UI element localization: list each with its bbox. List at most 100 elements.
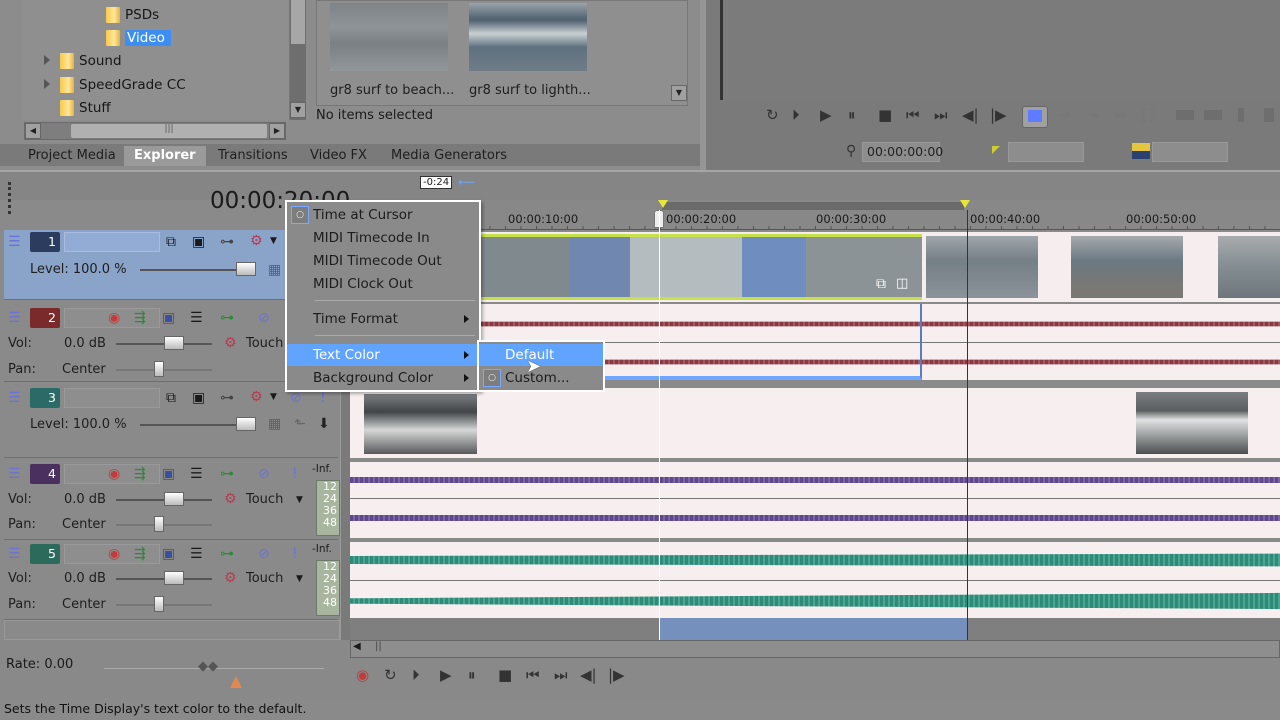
menu-item-background-color[interactable]: Background Color <box>287 367 479 389</box>
solo-exclaim-icon[interactable]: ! <box>292 466 298 482</box>
thumbnail-surf-beach[interactable] <box>330 3 448 71</box>
mute-icon[interactable]: ▣ <box>162 546 175 562</box>
compositing-child-icon[interactable]: ▦ <box>268 262 281 278</box>
cursor-time-field[interactable]: 00:00:00:00 <box>862 142 943 162</box>
track-fx-icon[interactable]: ⚙ <box>250 233 263 249</box>
level-slider-knob[interactable] <box>236 262 256 276</box>
tab-explorer[interactable]: Explorer <box>124 146 206 166</box>
timeline-ruler[interactable]: 00:00:10:00 00:00:20:00 00:00:30:00 00:0… <box>350 200 1280 230</box>
next-frame-icon[interactable]: |▶ <box>608 666 625 684</box>
monitor-icon[interactable] <box>1176 110 1194 120</box>
play-from-start-icon[interactable]: ⏵ <box>792 106 800 124</box>
menu-item-midi-timecode-out[interactable]: MIDI Timecode Out <box>287 250 479 272</box>
pan-slider[interactable] <box>116 604 212 606</box>
record-icon[interactable]: ◉ <box>356 666 369 684</box>
tree-item-psds[interactable]: PSDs <box>106 5 159 25</box>
crop-icon[interactable]: ⧉ <box>876 276 886 292</box>
loop-icon[interactable]: ↻ <box>766 106 779 124</box>
track-name-field[interactable] <box>64 232 160 252</box>
volume-slider-knob[interactable] <box>164 571 184 585</box>
track-name-field[interactable] <box>64 388 160 408</box>
chevron-down-icon[interactable]: ▼ <box>296 492 303 508</box>
bypass-icon[interactable]: ⊶ <box>220 310 234 326</box>
stop-icon[interactable]: ■ <box>878 106 892 124</box>
tree-item-video[interactable]: Video <box>106 28 171 48</box>
track-collapse-icon[interactable]: ☰ <box>8 310 21 326</box>
go-to-end-icon[interactable]: ⏭ <box>554 666 568 684</box>
play-icon[interactable]: ▶ <box>440 666 452 684</box>
next-frame-icon[interactable]: |▶ <box>990 106 1007 124</box>
previous-frame-icon[interactable]: ◀| <box>580 666 597 684</box>
mute-icon[interactable]: ▣ <box>162 466 175 482</box>
video-event-surf-end[interactable] <box>1136 392 1248 454</box>
track-header-4[interactable]: ☰ 4 ◉ ⇶ ▣ ☰ ⊶ ⊘ ! -Inf. 12 24 36 48 Vol: 0.… <box>4 462 340 540</box>
thumbnail-surf-lighthouse[interactable] <box>469 3 587 71</box>
track-lane-1[interactable]: ⧉ ◫ <box>350 232 1280 302</box>
chevron-down-icon[interactable]: ▼ <box>296 571 303 587</box>
expand-arrow-icon[interactable] <box>44 79 50 89</box>
trim-icon[interactable]: ◫ <box>896 276 908 291</box>
track-fx-icon[interactable]: ⇶ <box>134 546 146 562</box>
previous-frame-icon[interactable]: ◀| <box>962 106 979 124</box>
rate-slider-knob[interactable]: ◆◆ <box>198 659 218 674</box>
track-header-3[interactable]: ☰ 3 ⧉ ▣ ⊶ ⚙ ▼ ⊘ ! Level: 100.0 % ▦ ⬑ ⬇ <box>4 386 338 458</box>
scroll-thumb[interactable]: ||| <box>71 124 267 138</box>
stop-icon[interactable]: ■ <box>498 666 512 684</box>
automation-mode[interactable]: Touch <box>246 336 283 351</box>
track-fx-icon[interactable]: ⇶ <box>134 466 146 482</box>
pause-icon[interactable]: ⏸ <box>468 666 476 684</box>
make-child-icon[interactable]: ⬇ <box>318 416 330 432</box>
chevron-down-icon[interactable]: ▼ <box>270 389 277 405</box>
tree-item-sound[interactable]: Sound <box>60 51 122 71</box>
play-icon[interactable]: ▶ <box>820 106 832 124</box>
pan-slider[interactable] <box>116 524 212 526</box>
menu-item-midi-clock-out[interactable]: MIDI Clock Out <box>287 273 479 295</box>
mute-icon[interactable]: ▣ <box>162 310 175 326</box>
scroll-thumb[interactable]: || <box>375 641 382 652</box>
track-collapse-icon[interactable]: ☰ <box>8 234 21 250</box>
bypass-icon[interactable]: ⊶ <box>220 546 234 562</box>
arm-record-icon[interactable]: ◉ <box>108 546 120 562</box>
chevron-down-icon[interactable]: ▼ <box>270 233 277 249</box>
track-collapse-icon[interactable]: ☰ <box>8 546 21 562</box>
lock-icon[interactable]: ⊘ <box>258 310 270 326</box>
scroll-left-icon[interactable]: ◀ <box>25 123 41 139</box>
tree-horizontal-scrollbar[interactable]: ◀ ||| ▶ <box>24 122 286 140</box>
arm-record-icon[interactable]: ◉ <box>108 310 120 326</box>
volume-slider-knob[interactable] <box>164 336 184 350</box>
track-lane-5[interactable] <box>350 542 1280 618</box>
bypass-icon[interactable]: ⊶ <box>220 234 234 250</box>
marker-icon[interactable] <box>1238 108 1244 122</box>
automation-mode[interactable]: Touch <box>246 492 283 507</box>
track-fx-icon[interactable]: ⚙ <box>250 389 263 405</box>
lock-icon[interactable]: ⊘ <box>290 390 302 406</box>
track-lane-4[interactable] <box>350 462 1280 538</box>
loop-end-marker-icon[interactable] <box>960 200 970 208</box>
go-to-end-icon[interactable]: ⏭ <box>934 106 948 124</box>
ripple-icon[interactable]: ⟦⟧ <box>1140 106 1155 124</box>
arm-record-icon[interactable]: ◉ <box>108 466 120 482</box>
menu-item-time-format[interactable]: Time Format <box>287 308 479 330</box>
go-to-start-icon[interactable]: ⏮ <box>526 666 540 684</box>
pan-slider[interactable] <box>116 369 212 371</box>
pause-icon[interactable]: ⏸ <box>848 106 856 124</box>
tab-transitions[interactable]: Transitions <box>208 146 298 166</box>
scroll-down-icon[interactable]: ▼ <box>671 85 687 101</box>
go-to-start-icon[interactable]: ⏮ <box>906 106 920 124</box>
panel-grip-icon[interactable] <box>8 182 14 214</box>
track-collapse-icon[interactable]: ☰ <box>8 466 21 482</box>
menu-item-text-color[interactable]: Text Color <box>287 344 479 366</box>
lock-icon[interactable]: ⊘ <box>258 466 270 482</box>
automation-mode[interactable]: Touch <box>246 571 283 586</box>
loop-region-bar[interactable] <box>662 202 964 210</box>
monitor-icon[interactable] <box>1204 110 1222 120</box>
tab-media-generators[interactable]: Media Generators <box>381 146 517 166</box>
solo-icon[interactable]: ☰ <box>190 310 203 326</box>
pan-slider-knob[interactable] <box>154 361 164 377</box>
tree-item-speedgrade[interactable]: SpeedGrade CC <box>60 75 186 95</box>
track-motion-icon[interactable]: ▣ <box>192 390 205 406</box>
scroll-left-icon[interactable]: ◀ <box>353 641 361 652</box>
timeline-horizontal-scrollbar[interactable]: ◀ || <box>350 640 1280 658</box>
track-fx-icon[interactable]: ⇶ <box>134 310 146 326</box>
play-from-start-icon[interactable]: ⏵ <box>412 666 420 684</box>
